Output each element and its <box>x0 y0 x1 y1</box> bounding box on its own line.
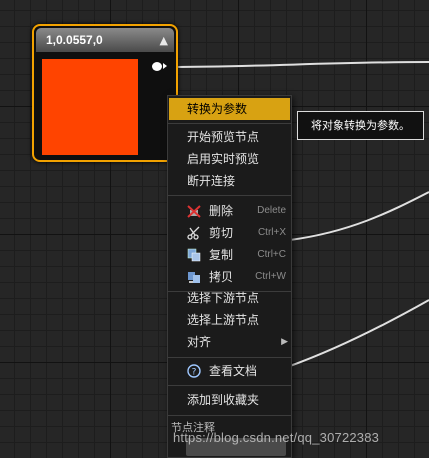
menu-separator <box>168 195 291 196</box>
triangle-up-icon[interactable]: ▲ <box>160 34 168 47</box>
menu-item-label: 选择下游节点 <box>187 291 260 305</box>
duplicate-icon <box>188 272 200 283</box>
context-menu: 转换为参数 开始预览节点 启用实时预览 断开连接 删除 Delete 剪切 Ct… <box>167 95 292 458</box>
menu-item-shortcut: Ctrl+X <box>257 227 286 238</box>
pin-arrow-icon <box>163 63 167 69</box>
menu-item-copy[interactable]: 复制 Ctrl+C <box>169 244 290 266</box>
exec-pin-icon[interactable] <box>152 62 162 71</box>
node-title: 1,0.0557,0 <box>46 33 103 47</box>
node-header[interactable]: 1,0.0557,0 ▲ <box>36 28 174 52</box>
help-icon: ? <box>187 364 201 378</box>
menu-item-align[interactable]: 对齐 ▶ <box>169 331 290 353</box>
menu-item-label: 转换为参数 <box>187 102 248 116</box>
menu-item-select-downstream[interactable]: 选择下游节点 <box>169 287 290 309</box>
color-preview-swatch <box>42 59 138 155</box>
menu-item-shortcut: Ctrl+W <box>255 271 286 282</box>
menu-item-convert-to-parameter[interactable]: 转换为参数 <box>169 98 290 120</box>
menu-item-delete[interactable]: 删除 Delete <box>169 200 290 222</box>
chevron-right-icon: ▶ <box>281 337 288 347</box>
menu-item-start-preview[interactable]: 开始预览节点 <box>169 126 290 148</box>
menu-separator <box>168 123 291 124</box>
scissors-icon <box>187 226 200 240</box>
menu-item-label: 启用实时预览 <box>187 152 260 166</box>
menu-item-realtime-preview[interactable]: 启用实时预览 <box>169 148 290 170</box>
menu-separator <box>168 415 291 416</box>
menu-item-shortcut: Ctrl+C <box>257 249 286 260</box>
wire-middle <box>289 191 429 241</box>
menu-separator <box>168 385 291 386</box>
delete-icon <box>187 205 201 218</box>
menu-separator <box>168 357 291 358</box>
copy-icon <box>187 248 201 262</box>
menu-item-label: 断开连接 <box>187 174 236 188</box>
wire-bottom <box>289 299 429 367</box>
menu-item-label: 对齐 <box>187 335 212 349</box>
menu-item-label: 开始预览节点 <box>187 130 260 144</box>
menu-item-break-links[interactable]: 断开连接 <box>169 170 290 192</box>
svg-text:?: ? <box>192 368 197 378</box>
menu-item-view-documentation[interactable]: ? 查看文档 <box>169 360 290 382</box>
menu-item-label: 选择上游节点 <box>187 313 260 327</box>
watermark: https://blog.csdn.net/qq_30722383 <box>173 430 380 445</box>
menu-item-cut[interactable]: 剪切 Ctrl+X <box>169 222 290 244</box>
tooltip: 将对象转换为参数。 <box>297 111 424 140</box>
wire-top <box>167 61 429 68</box>
menu-item-duplicate[interactable]: 拷贝 Ctrl+W <box>169 266 290 288</box>
menu-item-label: 添加到收藏夹 <box>187 393 260 407</box>
menu-item-shortcut: Delete <box>257 205 286 216</box>
menu-item-select-upstream[interactable]: 选择上游节点 <box>169 309 290 331</box>
menu-item-add-to-favorites[interactable]: 添加到收藏夹 <box>169 389 290 411</box>
constant-color-node[interactable]: 1,0.0557,0 ▲ <box>32 24 178 162</box>
